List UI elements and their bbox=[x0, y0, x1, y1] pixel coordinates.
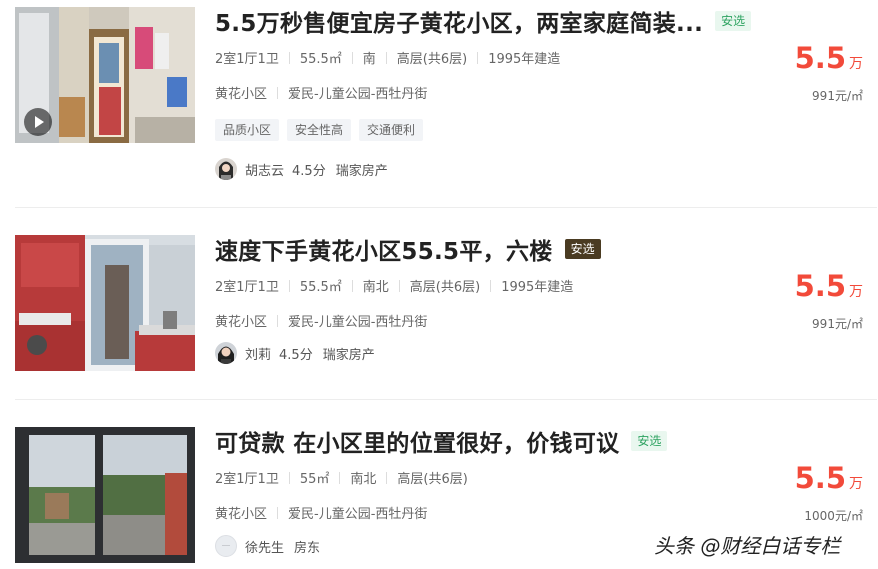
listing-title[interactable]: 可贷款 在小区里的位置很好，价钱可议 bbox=[215, 424, 619, 458]
agent-info[interactable]: 徐先生 房东 bbox=[215, 535, 320, 557]
listing-card[interactable]: 速度下手黄花小区55.5平，六楼 安选 2室1厅1卫 55.5㎡ 南北 高层(共… bbox=[15, 233, 877, 400]
unit-price: 991元/㎡ bbox=[812, 89, 863, 103]
listing-card[interactable]: 5.5万秒售便宜房子黄花小区，两室家庭简装... 安选 2室1厅1卫 55.5㎡… bbox=[15, 5, 877, 208]
listing-title-row: 速度下手黄花小区55.5平，六楼 安选 bbox=[215, 233, 601, 265]
agent-company: 瑞家房产 bbox=[335, 163, 388, 179]
price-block: 5.5 万 1000元/㎡ bbox=[795, 463, 863, 524]
feature-tag: 交通便利 bbox=[359, 119, 424, 141]
orientation: 南北 bbox=[350, 472, 377, 487]
community-link[interactable]: 黄花小区 bbox=[215, 83, 267, 102]
unit-price: 991元/㎡ bbox=[812, 317, 863, 331]
feature-tags: 品质小区 安全性高 交通便利 bbox=[215, 119, 424, 141]
layout: 2室1厅1卫 bbox=[215, 280, 279, 295]
agent-info[interactable]: 刘莉 4.5分 瑞家房产 bbox=[215, 342, 375, 364]
location-info: 黄花小区 爱民-儿童公园-西牡丹街 bbox=[215, 83, 427, 102]
unit-price: 1000元/㎡ bbox=[804, 509, 863, 523]
agent-avatar[interactable] bbox=[215, 158, 237, 180]
floor: 高层(共6层) bbox=[409, 280, 481, 295]
location-info: 黄花小区 爱民-儿童公园-西牡丹街 bbox=[215, 311, 427, 330]
total-price: 5.5 万 bbox=[795, 463, 863, 499]
floor: 高层(共6层) bbox=[396, 52, 468, 67]
price-unit: 万 bbox=[849, 476, 863, 492]
area: 55.5㎡ bbox=[299, 280, 342, 295]
feature-tag: 品质小区 bbox=[215, 119, 280, 141]
area: 55.5㎡ bbox=[299, 52, 342, 67]
listing-title-row: 5.5万秒售便宜房子黄花小区，两室家庭简装... 安选 bbox=[215, 4, 752, 38]
kitchen-photo bbox=[15, 235, 195, 371]
floor: 高层(共6层) bbox=[397, 472, 468, 487]
orientation: 南北 bbox=[362, 280, 389, 295]
agent-name[interactable]: 徐先生 bbox=[245, 537, 284, 556]
district-link[interactable]: 爱民-儿童公园-西牡丹街 bbox=[288, 311, 427, 330]
listing-title-row: 可贷款 在小区里的位置很好，价钱可议 安选 bbox=[215, 424, 668, 458]
agent-name[interactable]: 刘莉 bbox=[245, 344, 271, 363]
agent-role: 房东 bbox=[294, 540, 321, 556]
listing-photo[interactable] bbox=[15, 235, 195, 371]
price-unit: 万 bbox=[849, 56, 863, 72]
house-info: 2室1厅1卫 55.5㎡ 南北 高层(共6层) 1995年建造 bbox=[215, 276, 573, 295]
layout: 2室1厅1卫 bbox=[215, 472, 279, 487]
listing-title[interactable]: 5.5万秒售便宜房子黄花小区，两室家庭简装... bbox=[215, 4, 703, 38]
listing-photo[interactable] bbox=[15, 7, 195, 143]
total-price: 5.5 万 bbox=[795, 271, 863, 307]
price-value: 5.5 bbox=[794, 269, 846, 303]
watermark: 头条 @财经白话专栏 bbox=[654, 534, 841, 558]
window-view-photo bbox=[15, 427, 195, 563]
total-price: 5.5 万 bbox=[795, 43, 863, 79]
built-year: 1995年建造 bbox=[501, 280, 574, 295]
house-info: 2室1厅1卫 55.5㎡ 南 高层(共6层) 1995年建造 bbox=[215, 48, 560, 67]
anxuan-badge: 安选 bbox=[564, 239, 601, 259]
anxuan-badge: 安选 bbox=[631, 431, 668, 451]
price-block: 5.5 万 991元/㎡ bbox=[795, 271, 863, 332]
location-info: 黄花小区 爱民-儿童公园-西牡丹街 bbox=[215, 503, 427, 522]
price-unit: 万 bbox=[849, 284, 863, 300]
agent-company: 瑞家房产 bbox=[322, 347, 375, 363]
price-block: 5.5 万 991元/㎡ bbox=[795, 43, 863, 104]
listing-title[interactable]: 速度下手黄花小区55.5平，六楼 bbox=[215, 232, 553, 266]
default-avatar-icon[interactable] bbox=[215, 535, 237, 557]
agent-info[interactable]: 胡志云 4.5分 瑞家房产 bbox=[215, 158, 388, 180]
built-year: 1995年建造 bbox=[488, 52, 561, 67]
listing-photo[interactable] bbox=[15, 427, 195, 563]
agent-name[interactable]: 胡志云 bbox=[245, 160, 284, 179]
community-link[interactable]: 黄花小区 bbox=[215, 311, 267, 330]
layout: 2室1厅1卫 bbox=[215, 52, 279, 67]
feature-tag: 安全性高 bbox=[287, 119, 352, 141]
district-link[interactable]: 爱民-儿童公园-西牡丹街 bbox=[288, 503, 427, 522]
anxuan-badge: 安选 bbox=[715, 11, 752, 31]
price-value: 5.5 bbox=[794, 41, 846, 75]
area: 55㎡ bbox=[299, 472, 330, 487]
video-play-icon[interactable] bbox=[24, 108, 52, 136]
orientation: 南 bbox=[362, 52, 376, 67]
community-link[interactable]: 黄花小区 bbox=[215, 503, 267, 522]
agent-score: 4.5分 bbox=[292, 163, 326, 179]
agent-avatar[interactable] bbox=[215, 342, 237, 364]
district-link[interactable]: 爱民-儿童公园-西牡丹街 bbox=[288, 83, 427, 102]
agent-score: 4.5分 bbox=[279, 347, 313, 363]
house-info: 2室1厅1卫 55㎡ 南北 高层(共6层) bbox=[215, 468, 468, 487]
price-value: 5.5 bbox=[794, 461, 846, 495]
